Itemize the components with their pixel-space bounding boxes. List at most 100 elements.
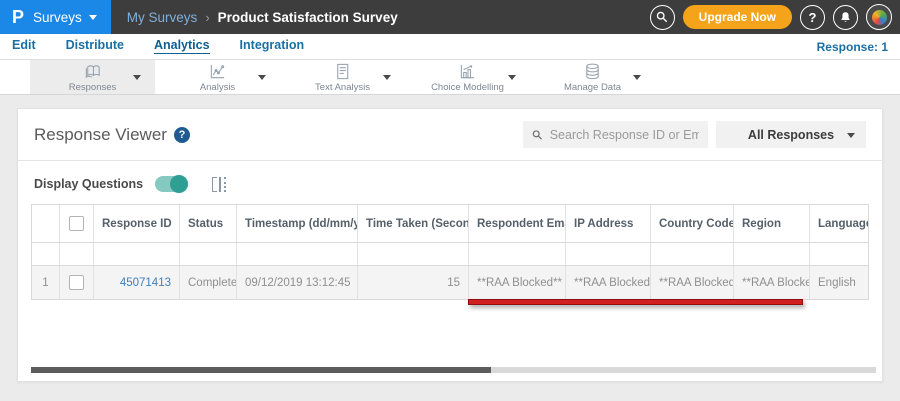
response-count: Response: 1 — [816, 39, 888, 54]
chevron-down-icon — [88, 14, 97, 20]
help-button[interactable]: ? — [800, 4, 825, 30]
filter-cell[interactable] — [94, 243, 180, 266]
topbar-actions: Upgrade Now ? — [649, 4, 900, 30]
filter-cell — [60, 243, 94, 266]
row-checkbox-cell — [60, 266, 94, 299]
viewer-controls: All Responses — [523, 121, 866, 148]
table-controls-row: Display Questions — [18, 161, 882, 201]
tab-analytics[interactable]: Analytics — [153, 39, 210, 55]
header-respondent-email: Respondent Email — [469, 205, 566, 243]
toolbar-label-choice-modelling: Choice Modelling — [431, 81, 504, 93]
page-title: Response Viewer — [34, 124, 167, 144]
header-status: Status — [180, 205, 237, 243]
header-ip-address: IP Address — [566, 205, 651, 243]
text-analysis-icon — [337, 63, 349, 79]
horizontal-scrollbar-track[interactable] — [31, 367, 876, 373]
search-button[interactable] — [649, 4, 675, 30]
surveys-menu-label: Surveys — [33, 9, 82, 25]
header-rownum — [32, 205, 60, 243]
topbar: P Surveys My Surveys › Product Satisfact… — [0, 0, 900, 34]
red-annotation-highlight — [468, 299, 803, 305]
toolbar-label-manage-data: Manage Data — [563, 81, 622, 93]
breadcrumb: My Surveys › Product Satisfaction Survey — [127, 10, 398, 25]
response-id-link[interactable]: 45071413 — [120, 277, 171, 289]
breadcrumb-my-surveys[interactable]: My Surveys — [127, 10, 198, 25]
choice-modelling-dropdown-caret-icon[interactable] — [508, 75, 516, 80]
tab-edit[interactable]: Edit — [12, 39, 36, 54]
breadcrumb-current-survey: Product Satisfaction Survey — [217, 9, 398, 25]
cell-response-id: 45071413 — [94, 266, 180, 299]
filter-cell[interactable] — [651, 243, 734, 266]
header-timestamp[interactable]: Timestamp (dd/mm/yyyy) — [237, 205, 358, 243]
toolbar-item-manage-data[interactable]: Manage Data — [530, 60, 655, 94]
manage-data-icon — [586, 63, 599, 79]
cell-respondent-email: **RAA Blocked** — [469, 266, 566, 299]
response-viewer-card: Response Viewer ? All Responses Display … — [17, 108, 883, 382]
toolbar-item-text-analysis[interactable]: Text Analysis — [280, 60, 405, 94]
toolbar-label-responses: Responses — [68, 81, 117, 93]
select-all-checkbox[interactable] — [69, 216, 84, 231]
toggle-knob — [170, 175, 189, 193]
search-icon — [656, 11, 668, 23]
page-background: Response Viewer ? All Responses Display … — [0, 95, 900, 401]
response-viewer-header: Response Viewer ? All Responses — [18, 109, 882, 161]
avatar-rainbow-logo-icon — [871, 9, 887, 25]
responses-dropdown-caret-icon[interactable] — [133, 75, 141, 80]
table-row: 1 45071413 Completed 09/12/2019 13:12:45… — [32, 266, 868, 299]
search-input[interactable] — [549, 127, 699, 142]
responses-table: Response ID Status Timestamp (dd/mm/yyyy… — [31, 204, 869, 300]
toolbar-label-text-analysis: Text Analysis — [315, 81, 370, 93]
header-country-code: Country Code — [651, 205, 734, 243]
display-questions-toggle[interactable] — [155, 175, 189, 193]
header-time-taken[interactable]: Time Taken (Seconds) — [358, 205, 469, 243]
text-analysis-dropdown-caret-icon[interactable] — [383, 75, 391, 80]
survey-nav: Edit Distribute Analytics Integration Re… — [0, 34, 900, 60]
header-language: Language — [810, 205, 868, 243]
all-responses-dropdown[interactable]: All Responses — [716, 121, 866, 148]
cell-ip-address: **RAA Blocked** — [566, 266, 651, 299]
search-icon — [532, 129, 543, 140]
freeze-columns-icon[interactable] — [212, 176, 227, 192]
horizontal-scrollbar-thumb[interactable] — [31, 367, 491, 373]
breadcrumb-separator: › — [205, 9, 210, 25]
row-select-checkbox[interactable] — [69, 275, 84, 290]
notifications-button[interactable] — [833, 4, 858, 30]
toolbar-label-analysis: Analysis — [199, 81, 236, 93]
cell-time-taken: 15 — [358, 266, 469, 299]
table-header-row: Response ID Status Timestamp (dd/mm/yyyy… — [32, 205, 868, 243]
surveys-menu[interactable]: Surveys — [33, 10, 97, 25]
viewer-help-icon[interactable]: ? — [173, 126, 190, 143]
cell-region: **RAA Blocked** — [734, 266, 810, 299]
filter-cell[interactable] — [358, 243, 469, 266]
filter-cell[interactable] — [810, 243, 868, 266]
filter-cell[interactable] — [180, 243, 237, 266]
tab-distribute[interactable]: Distribute — [66, 39, 124, 54]
filter-cell[interactable] — [566, 243, 651, 266]
response-search-box[interactable] — [523, 121, 708, 148]
filter-cell[interactable] — [734, 243, 810, 266]
filter-cell[interactable] — [469, 243, 566, 266]
toolbar-item-choice-modelling[interactable]: Choice Modelling — [405, 60, 530, 94]
manage-data-dropdown-caret-icon[interactable] — [633, 75, 641, 80]
analysis-icon — [210, 64, 225, 78]
choice-modelling-icon — [460, 64, 475, 78]
app-logo-menu[interactable]: P Surveys — [0, 0, 111, 34]
brand-logo: P — [12, 7, 25, 27]
header-response-id[interactable]: Response ID — [94, 205, 180, 243]
responses-icon — [85, 64, 100, 78]
question-mark-icon: ? — [808, 9, 817, 25]
bell-icon — [841, 11, 850, 22]
tab-integration[interactable]: Integration — [240, 39, 305, 54]
analysis-dropdown-caret-icon[interactable] — [258, 75, 266, 80]
display-questions-label: Display Questions — [34, 177, 144, 191]
cell-language: English — [818, 276, 856, 289]
header-checkbox-cell — [60, 205, 94, 243]
cell-status: Completed — [180, 266, 237, 299]
user-avatar[interactable] — [866, 4, 892, 30]
header-region: Region — [734, 205, 810, 243]
upgrade-now-button[interactable]: Upgrade Now — [682, 5, 792, 29]
filter-cell[interactable] — [237, 243, 358, 266]
toolbar-item-responses[interactable]: Responses — [30, 60, 155, 94]
toolbar-item-analysis[interactable]: Analysis — [155, 60, 280, 94]
table-filter-row — [32, 243, 868, 266]
